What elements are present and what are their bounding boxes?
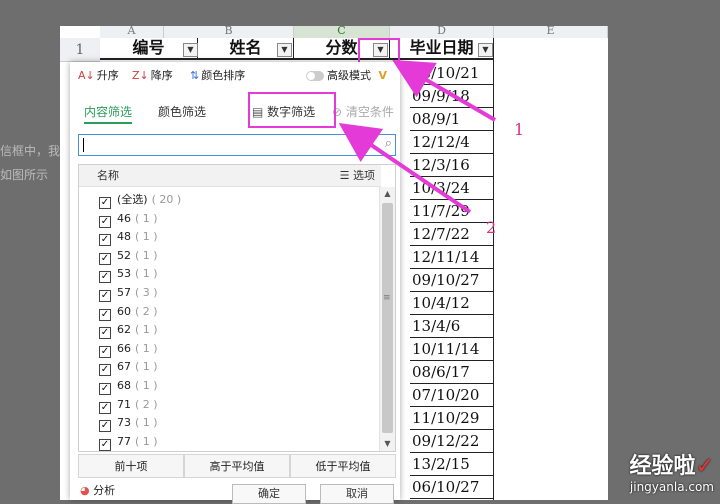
annotation-label-1: 1 (514, 120, 525, 139)
check-icon: ✓ (695, 454, 714, 479)
watermark-url: jingyanla.com (629, 480, 714, 494)
watermark: 经验啦✓ jingyanla.com (630, 448, 714, 494)
arrow-2 (338, 123, 472, 214)
arrow-1 (392, 59, 497, 122)
annotation-label-2: 2 (486, 218, 497, 237)
annotation-arrows (338, 59, 497, 214)
watermark-title: 经验啦 (629, 454, 696, 479)
